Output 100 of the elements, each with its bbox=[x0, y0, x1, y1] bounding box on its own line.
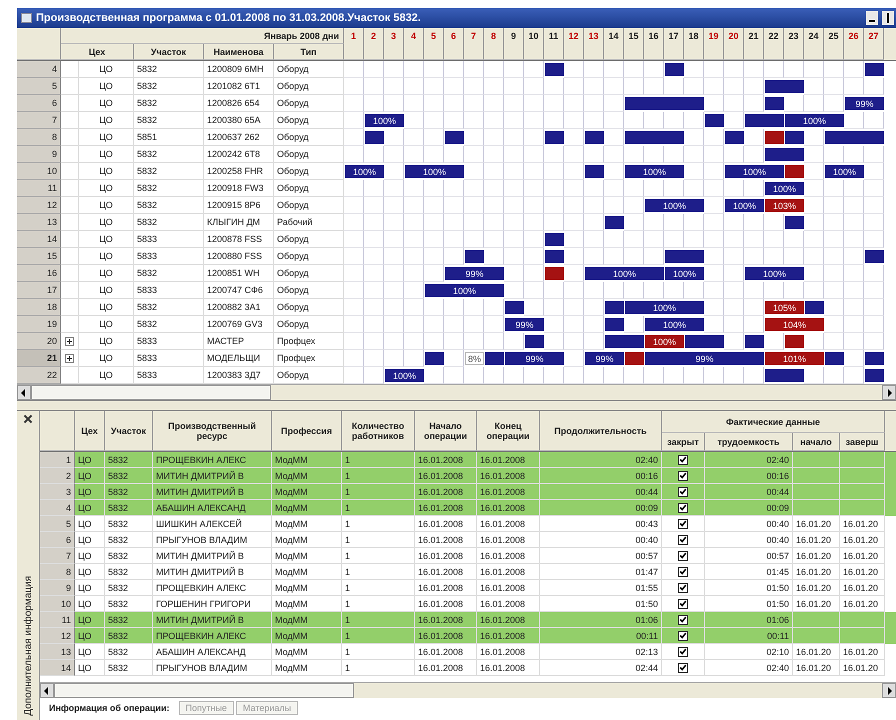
gantt-bar[interactable]: 100% bbox=[385, 369, 424, 382]
gantt-cell[interactable] bbox=[484, 163, 504, 180]
gantt-bar[interactable] bbox=[785, 165, 804, 178]
gantt-cell[interactable] bbox=[704, 78, 724, 95]
gantt-bar[interactable] bbox=[365, 131, 384, 144]
gantt-cell[interactable] bbox=[484, 180, 504, 197]
gantt-cell[interactable] bbox=[704, 197, 724, 214]
gantt-cell[interactable] bbox=[724, 231, 744, 248]
gantt-cell[interactable] bbox=[504, 180, 524, 197]
gantt-cell[interactable] bbox=[784, 248, 804, 265]
gantt-cell[interactable] bbox=[544, 299, 564, 316]
gantt-cell[interactable] bbox=[524, 146, 544, 163]
gantt-cell[interactable] bbox=[504, 112, 524, 129]
gantt-cell[interactable] bbox=[344, 231, 364, 248]
gantt-cell[interactable] bbox=[564, 61, 584, 78]
gantt-bar[interactable]: 100% bbox=[725, 165, 784, 178]
gantt-cell[interactable] bbox=[424, 61, 444, 78]
gantt-cell[interactable] bbox=[504, 214, 524, 231]
gantt-cell[interactable] bbox=[484, 231, 504, 248]
checkbox[interactable] bbox=[678, 598, 688, 608]
gantt-bar[interactable]: 8% bbox=[465, 352, 484, 365]
gantt-cell[interactable] bbox=[764, 61, 784, 78]
gantt-cell[interactable] bbox=[344, 350, 364, 367]
gantt-cell[interactable] bbox=[604, 180, 624, 197]
gantt-cell[interactable] bbox=[824, 197, 844, 214]
row-number[interactable]: 11 bbox=[17, 180, 61, 197]
gantt-bar[interactable] bbox=[765, 80, 804, 93]
gantt-cell[interactable] bbox=[804, 333, 824, 350]
gantt-cell[interactable] bbox=[384, 163, 404, 180]
gantt-cell[interactable] bbox=[524, 248, 544, 265]
gantt-bar[interactable]: 100% bbox=[645, 318, 704, 331]
gantt-cell[interactable] bbox=[464, 333, 484, 350]
gantt-cell[interactable] bbox=[864, 163, 884, 180]
gantt-bar[interactable] bbox=[585, 131, 604, 144]
gantt-cell[interactable] bbox=[764, 214, 784, 231]
gantt-cell[interactable] bbox=[384, 265, 404, 282]
gantt-cell[interactable] bbox=[424, 333, 444, 350]
gantt-bar[interactable] bbox=[465, 250, 484, 263]
gantt-cell[interactable] bbox=[744, 248, 764, 265]
gantt-cell[interactable] bbox=[724, 180, 744, 197]
gantt-cell[interactable] bbox=[704, 163, 724, 180]
table-row[interactable]: 1 ЦО 5832 ПРОЩЕВКИН АЛЕКС МодММ 1 16.01.2008 16.01.2008 02:40 02:40 bbox=[40, 452, 896, 468]
gantt-cell[interactable] bbox=[564, 282, 584, 299]
gantt-cell[interactable] bbox=[604, 163, 624, 180]
gantt-cell[interactable] bbox=[344, 316, 364, 333]
gantt-cell[interactable] bbox=[364, 61, 384, 78]
gantt-cell[interactable] bbox=[564, 350, 584, 367]
gantt-bar[interactable] bbox=[545, 131, 564, 144]
row-number[interactable]: 20 bbox=[17, 333, 61, 350]
gantt-cell[interactable] bbox=[644, 180, 664, 197]
gantt-cell[interactable] bbox=[364, 282, 384, 299]
gantt-cell[interactable] bbox=[864, 78, 884, 95]
gantt-cell[interactable] bbox=[704, 95, 724, 112]
gantt-cell[interactable] bbox=[344, 214, 364, 231]
gantt-cell[interactable] bbox=[724, 265, 744, 282]
gantt-cell[interactable] bbox=[804, 163, 824, 180]
gantt-bar[interactable] bbox=[865, 250, 884, 263]
gantt-cell[interactable] bbox=[644, 282, 664, 299]
gantt-cell[interactable] bbox=[504, 129, 524, 146]
gantt-cell[interactable] bbox=[444, 299, 464, 316]
gantt-cell[interactable] bbox=[344, 248, 364, 265]
gantt-cell[interactable] bbox=[464, 197, 484, 214]
gantt-cell[interactable] bbox=[464, 112, 484, 129]
gantt-cell[interactable] bbox=[384, 197, 404, 214]
gantt-bar[interactable]: 99% bbox=[845, 97, 884, 110]
column-header[interactable]: Цех bbox=[61, 44, 134, 60]
gantt-bar[interactable] bbox=[605, 301, 624, 314]
gantt-cell[interactable] bbox=[424, 146, 444, 163]
gantt-cell[interactable] bbox=[544, 333, 564, 350]
gantt-cell[interactable] bbox=[384, 78, 404, 95]
gantt-cell[interactable] bbox=[764, 282, 784, 299]
gantt-cell[interactable] bbox=[864, 214, 884, 231]
gantt-bar[interactable] bbox=[745, 335, 764, 348]
gantt-cell[interactable] bbox=[384, 248, 404, 265]
column-header[interactable]: заверш bbox=[840, 433, 885, 451]
gantt-cell[interactable] bbox=[524, 163, 544, 180]
gantt-cell[interactable] bbox=[484, 61, 504, 78]
gantt-bar[interactable] bbox=[505, 301, 524, 314]
gantt-cell[interactable] bbox=[564, 299, 584, 316]
column-header[interactable]: Конец операции bbox=[477, 411, 540, 451]
gantt-cell[interactable] bbox=[824, 231, 844, 248]
gantt-bar[interactable] bbox=[745, 114, 784, 127]
gantt-cell[interactable] bbox=[364, 214, 384, 231]
gantt-cell[interactable] bbox=[804, 95, 824, 112]
gantt-cell[interactable] bbox=[824, 95, 844, 112]
row-number[interactable]: 18 bbox=[17, 299, 61, 316]
gantt-bar[interactable] bbox=[765, 148, 804, 161]
gantt-bar[interactable]: 100% bbox=[585, 267, 664, 280]
gantt-cell[interactable] bbox=[404, 146, 424, 163]
gantt-cell[interactable] bbox=[624, 180, 644, 197]
gantt-cell[interactable] bbox=[704, 265, 724, 282]
gantt-bar[interactable]: 100% bbox=[745, 267, 804, 280]
gantt-cell[interactable] bbox=[804, 265, 824, 282]
gantt-cell[interactable] bbox=[384, 299, 404, 316]
gantt-bar[interactable]: 100% bbox=[625, 165, 684, 178]
table-row[interactable]: 3 ЦО 5832 МИТИН ДМИТРИЙ В МодММ 1 16.01.2008 16.01.2008 00:44 00:44 bbox=[40, 484, 896, 500]
gantt-cell[interactable] bbox=[564, 95, 584, 112]
gantt-cell[interactable] bbox=[644, 61, 664, 78]
gantt-cell[interactable] bbox=[624, 78, 644, 95]
gantt-cell[interactable] bbox=[864, 197, 884, 214]
